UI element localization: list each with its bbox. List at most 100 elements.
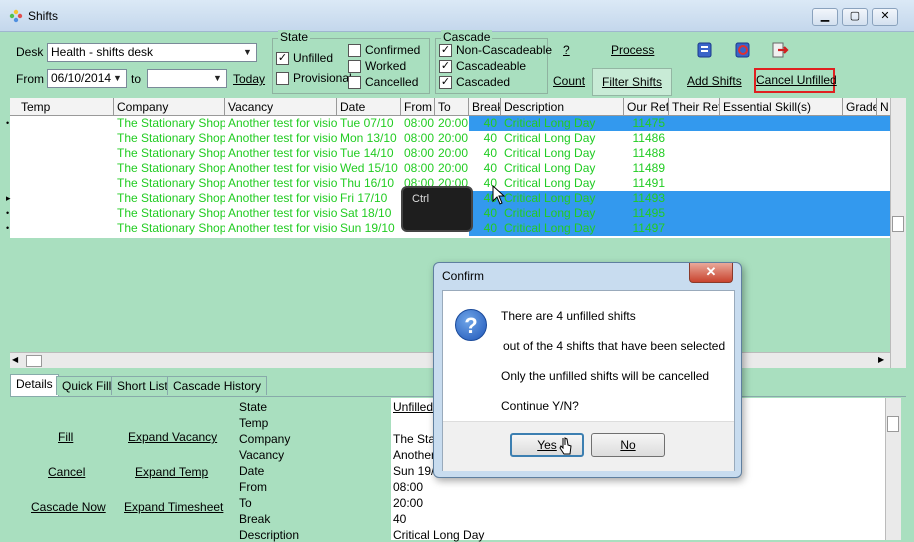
column-header[interactable]: Temp bbox=[18, 98, 114, 116]
table-row[interactable]: The Stationary Shop Another test for visi… bbox=[10, 146, 890, 161]
worked-checkbox[interactable] bbox=[348, 60, 361, 73]
exit-icon[interactable] bbox=[770, 40, 790, 60]
tab-quick-fill[interactable]: Quick Fill bbox=[56, 376, 118, 395]
column-header[interactable]: Vacancy bbox=[225, 98, 337, 116]
non-cascadeable-label: Non-Cascadeable bbox=[456, 43, 553, 57]
column-header[interactable]: N bbox=[877, 98, 890, 116]
chevron-down-icon[interactable]: ▼ bbox=[240, 45, 255, 60]
unfilled-checkbox[interactable]: ✓ bbox=[276, 52, 289, 65]
count-link[interactable]: Count bbox=[553, 74, 585, 88]
cell-vacancy: Another test for vision bbox=[228, 146, 337, 160]
cancel-link[interactable]: Cancel bbox=[48, 465, 85, 479]
maximize-button[interactable]: ▢ bbox=[842, 8, 868, 26]
scroll-thumb[interactable] bbox=[26, 355, 42, 367]
table-row[interactable]: • The Stationary Shop Another test for vis… bbox=[6, 116, 890, 131]
expand-temp-link[interactable]: Expand Temp bbox=[135, 465, 208, 479]
column-header[interactable]: Description bbox=[501, 98, 624, 116]
cell-from: 08:00 bbox=[404, 146, 435, 160]
dialog-message-line: There are 4 unfilled shifts bbox=[501, 309, 636, 323]
no-button[interactable]: No bbox=[591, 433, 665, 457]
cell-date: Wed 15/10 bbox=[340, 161, 398, 175]
detail-field-value: 08:00 bbox=[393, 480, 424, 494]
cell-date: Fri 17/10 bbox=[340, 191, 388, 205]
from-date-picker[interactable]: 06/10/2014 ▼ bbox=[47, 69, 127, 88]
arrow-left-icon[interactable]: ◀ bbox=[12, 355, 18, 364]
cell-to: 20:00 bbox=[438, 116, 469, 130]
filter-shifts-button[interactable]: Filter Shifts bbox=[592, 68, 672, 96]
arrow-right-icon[interactable]: ▶ bbox=[878, 355, 884, 364]
column-header[interactable]: Date bbox=[337, 98, 401, 116]
cell-date: Tue 07/10 bbox=[340, 116, 394, 130]
scroll-thumb[interactable] bbox=[887, 416, 899, 432]
table-row[interactable]: The Stationary Shop Another test for visi… bbox=[10, 131, 890, 146]
dialog-message-line: Continue Y/N? bbox=[501, 399, 579, 413]
no-label: No bbox=[620, 438, 636, 452]
maximize-icon: ▢ bbox=[849, 10, 861, 22]
export-icon[interactable] bbox=[695, 40, 715, 60]
non-cascadeable-checkbox[interactable]: ✓ bbox=[439, 44, 452, 57]
minimize-button[interactable]: ▁ bbox=[812, 8, 838, 26]
column-header[interactable]: Essential Skill(s) bbox=[720, 98, 843, 116]
column-header[interactable]: Their Ref. bbox=[669, 98, 720, 116]
cell-description: Critical Long Day bbox=[504, 176, 596, 190]
cell-break: 40 bbox=[483, 161, 497, 175]
provisional-checkbox[interactable] bbox=[276, 72, 289, 85]
column-header[interactable]: To bbox=[435, 98, 469, 116]
chevron-down-icon[interactable]: ▼ bbox=[110, 71, 125, 86]
to-date-picker[interactable]: ▼ bbox=[147, 69, 227, 88]
column-header[interactable]: From bbox=[401, 98, 435, 116]
cell-to: 20:00 bbox=[438, 146, 469, 160]
today-link[interactable]: Today bbox=[233, 72, 265, 86]
tab-short-list[interactable]: Short List bbox=[111, 376, 174, 395]
detail-field-label: Temp bbox=[239, 416, 269, 430]
cell-vacancy: Another test for vision bbox=[228, 116, 337, 130]
cell-ref: 11488 bbox=[632, 146, 665, 160]
tab-details[interactable]: Details bbox=[10, 374, 59, 396]
desk-value: Health - shifts desk bbox=[51, 45, 154, 59]
cell-from: 08:00 bbox=[404, 131, 435, 145]
dialog-message-line: Only the unfilled shifts will be cancell… bbox=[501, 369, 710, 383]
column-header[interactable]: Company bbox=[114, 98, 225, 116]
cascade-now-link[interactable]: Cascade Now bbox=[31, 500, 106, 514]
cell-vacancy: Another test for vision bbox=[228, 221, 337, 235]
fill-link[interactable]: Fill bbox=[58, 430, 73, 444]
cell-date: Mon 13/10 bbox=[340, 131, 397, 145]
help-link[interactable]: ? bbox=[563, 43, 570, 57]
column-header[interactable]: Grade bbox=[843, 98, 877, 116]
refresh-icon[interactable] bbox=[733, 40, 753, 60]
scroll-thumb[interactable] bbox=[892, 216, 904, 232]
worked-label: Worked bbox=[365, 59, 407, 73]
close-button[interactable]: ✕ bbox=[872, 8, 898, 26]
cancel-unfilled-button[interactable]: Cancel Unfilled bbox=[754, 68, 837, 93]
process-link[interactable]: Process bbox=[611, 43, 654, 57]
cell-description: Critical Long Day bbox=[504, 206, 596, 220]
to-label: to bbox=[131, 72, 142, 86]
details-scrollbar[interactable] bbox=[885, 398, 901, 540]
vertical-scrollbar[interactable] bbox=[890, 98, 906, 368]
expand-timesheet-link[interactable]: Expand Timesheet bbox=[124, 500, 223, 514]
ctrl-key-label: Ctrl bbox=[412, 193, 430, 205]
cancelled-checkbox[interactable] bbox=[348, 76, 361, 89]
expand-vacancy-link[interactable]: Expand Vacancy bbox=[128, 430, 217, 444]
confirmed-checkbox[interactable] bbox=[348, 44, 361, 57]
cell-description: Critical Long Day bbox=[504, 161, 596, 175]
chevron-down-icon[interactable]: ▼ bbox=[210, 71, 225, 86]
add-shifts-link[interactable]: Add Shifts bbox=[687, 74, 742, 88]
cell-vacancy: Another test for vision bbox=[228, 176, 337, 190]
cell-date: Sun 19/10 bbox=[340, 221, 395, 235]
column-header[interactable]: Break bbox=[469, 98, 501, 116]
detail-field-label: To bbox=[239, 496, 252, 510]
cascaded-checkbox[interactable]: ✓ bbox=[439, 76, 452, 89]
cell-date: Sat 18/10 bbox=[340, 206, 392, 220]
from-date-value: 06/10/2014 bbox=[51, 71, 112, 85]
dialog-close-button[interactable]: ✕ bbox=[689, 263, 733, 283]
cell-description: Critical Long Day bbox=[504, 131, 596, 145]
column-header[interactable]: Our Ref. bbox=[624, 98, 669, 116]
cascadeable-checkbox[interactable]: ✓ bbox=[439, 60, 452, 73]
app-logo-icon bbox=[9, 9, 23, 23]
tab-cascade-history[interactable]: Cascade History bbox=[167, 376, 268, 395]
cell-ref: 11493 bbox=[632, 191, 665, 205]
desk-select[interactable]: Health - shifts desk ▼ bbox=[47, 43, 257, 62]
table-row[interactable]: The Stationary Shop Another test for visi… bbox=[10, 161, 890, 176]
filter-shifts-label: Filter Shifts bbox=[601, 75, 662, 89]
